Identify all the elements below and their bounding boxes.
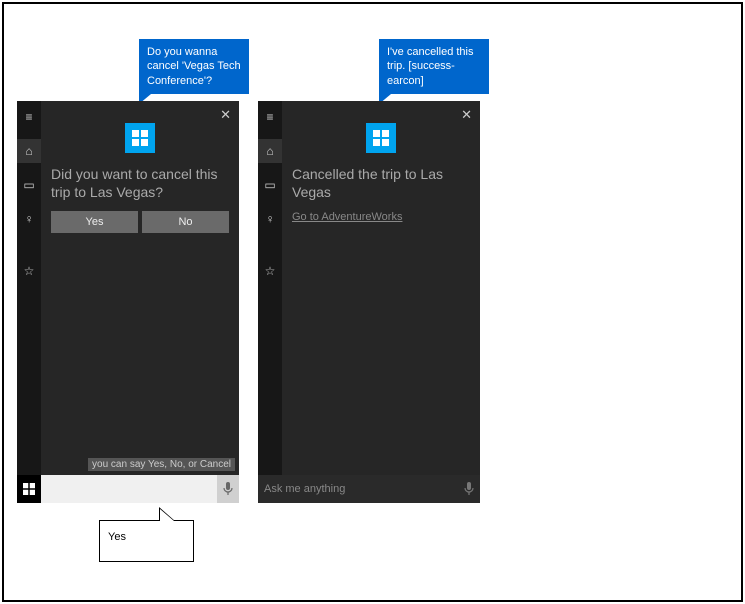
cortana-speech-bubble-right: I've cancelled this trip. [success-earco… <box>379 39 489 94</box>
microphone-icon[interactable] <box>217 475 239 503</box>
feedback-icon[interactable]: ☆ <box>17 259 41 283</box>
search-placeholder: Ask me anything <box>264 483 345 495</box>
yes-button[interactable]: Yes <box>51 211 138 233</box>
no-button[interactable]: No <box>142 211 229 233</box>
content-area: ✕ Did you want to cancel this trip to La… <box>41 101 239 475</box>
prompt-text: Did you want to cancel this trip to Las … <box>51 165 229 201</box>
cortana-panel-result: ≡ ⌂ ▭ ♀ ☆ ✕ Cancelled the trip to Las Ve… <box>258 101 480 503</box>
search-input[interactable] <box>41 475 217 503</box>
lightbulb-icon[interactable]: ♀ <box>258 207 282 231</box>
start-button[interactable] <box>17 475 41 503</box>
search-input[interactable]: Ask me anything <box>258 475 458 503</box>
hamburger-icon[interactable]: ≡ <box>17 105 41 129</box>
user-speech-text: Yes <box>108 531 126 543</box>
sidebar: ≡ ⌂ ▭ ♀ ☆ <box>17 101 41 475</box>
windows-logo-icon <box>366 123 396 153</box>
cortana-speech-bubble-left: Do you wanna cancel 'Vegas Tech Conferen… <box>139 39 249 94</box>
lightbulb-icon[interactable]: ♀ <box>17 207 41 231</box>
sidebar: ≡ ⌂ ▭ ♀ ☆ <box>258 101 282 475</box>
adventureworks-link[interactable]: Go to AdventureWorks <box>292 211 402 223</box>
panel-body: ≡ ⌂ ▭ ♀ ☆ ✕ Cancelled the trip to Las Ve… <box>258 101 480 475</box>
user-speech-bubble: Yes <box>99 520 194 562</box>
cortana-speech-text: Do you wanna cancel 'Vegas Tech Conferen… <box>147 46 241 87</box>
document-frame: Do you wanna cancel 'Vegas Tech Conferen… <box>2 2 743 602</box>
notebook-icon[interactable]: ▭ <box>258 173 282 197</box>
panel-body: ≡ ⌂ ▭ ♀ ☆ ✕ Did you want to cancel this … <box>17 101 239 475</box>
bubble-tail-icon <box>160 509 174 521</box>
close-icon[interactable]: ✕ <box>461 107 472 123</box>
result-text: Cancelled the trip to Las Vegas <box>292 165 470 201</box>
microphone-icon[interactable] <box>458 475 480 503</box>
voice-hint: you can say Yes, No, or Cancel <box>88 458 235 471</box>
home-icon[interactable]: ⌂ <box>258 139 282 163</box>
content-area: ✕ Cancelled the trip to Las Vegas Go to … <box>282 101 480 475</box>
cortana-panel-confirm: ≡ ⌂ ▭ ♀ ☆ ✕ Did you want to cancel this … <box>17 101 239 503</box>
taskbar: Ask me anything <box>258 475 480 503</box>
notebook-icon[interactable]: ▭ <box>17 173 41 197</box>
feedback-icon[interactable]: ☆ <box>258 259 282 283</box>
home-icon[interactable]: ⌂ <box>17 139 41 163</box>
close-icon[interactable]: ✕ <box>220 107 231 123</box>
hamburger-icon[interactable]: ≡ <box>258 105 282 129</box>
windows-logo-icon <box>125 123 155 153</box>
taskbar <box>17 475 239 503</box>
cortana-speech-text: I've cancelled this trip. [success-earco… <box>387 46 473 87</box>
button-row: Yes No <box>51 211 229 233</box>
